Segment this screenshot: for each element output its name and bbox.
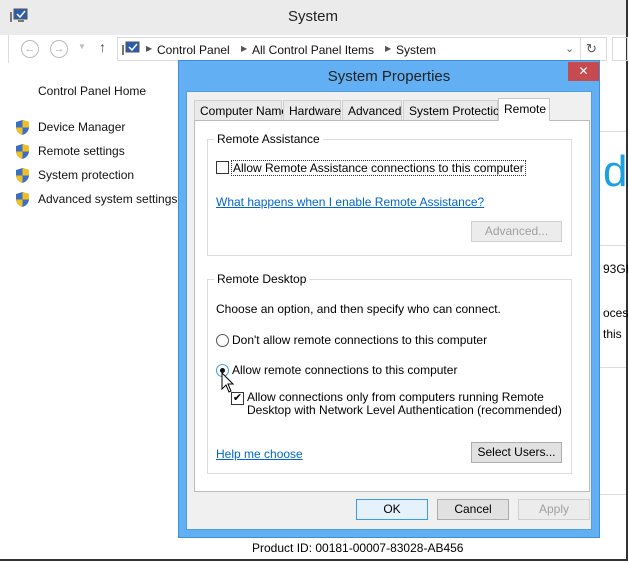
close-icon: ✕ bbox=[578, 64, 589, 78]
nla-label-line: Desktop with Network Level Authenticatio… bbox=[247, 403, 562, 417]
back-arrow-icon[interactable]: ← bbox=[21, 40, 39, 58]
background-fragment: oces bbox=[603, 306, 629, 320]
breadcrumb-system[interactable]: System bbox=[396, 43, 436, 57]
background-fragment: d bbox=[603, 147, 628, 196]
control-panel-icon bbox=[122, 41, 140, 55]
dont-allow-label[interactable]: Don't allow remote connections to this c… bbox=[232, 333, 487, 347]
chevron-right-icon: ▶ bbox=[385, 44, 392, 53]
help-me-choose-link[interactable]: Help me choose bbox=[216, 447, 303, 461]
search-input[interactable] bbox=[612, 37, 628, 61]
remote-desktop-group: Remote Desktop Choose an option, and the… bbox=[207, 272, 572, 474]
remote-tab-panel: Remote Assistance Allow Remote Assistanc… bbox=[194, 120, 590, 492]
breadcrumb-all-items[interactable]: All Control Panel Items bbox=[252, 43, 374, 57]
sidebar-item-remote-settings[interactable]: Remote settings bbox=[38, 144, 125, 158]
breadcrumb-control-panel[interactable]: Control Panel bbox=[157, 43, 230, 57]
window-title: System bbox=[287, 8, 338, 25]
chevron-down-icon[interactable]: ⌄ bbox=[565, 42, 574, 55]
chevron-right-icon: ▶ bbox=[241, 44, 248, 53]
forward-arrow-icon[interactable]: → bbox=[50, 40, 68, 58]
advanced-button[interactable]: Advanced... bbox=[471, 221, 562, 242]
refresh-icon[interactable]: ↻ bbox=[586, 41, 597, 57]
shield-icon bbox=[16, 168, 29, 183]
mouse-cursor-icon bbox=[221, 372, 235, 393]
recent-dropdown-icon[interactable]: ▼ bbox=[78, 42, 86, 51]
system-properties-dialog: System Properties ✕ Computer Name Hardwa… bbox=[178, 60, 600, 538]
sidebar-item-advanced-system-settings[interactable]: Advanced system settings bbox=[38, 192, 177, 206]
control-panel-home-link[interactable]: Control Panel Home bbox=[38, 84, 146, 98]
chevron-right-icon: ▶ bbox=[146, 44, 153, 53]
up-arrow-icon[interactable]: ↑ bbox=[99, 39, 106, 55]
remote-assistance-help-link[interactable]: What happens when I enable Remote Assist… bbox=[216, 195, 484, 209]
tab-hardware[interactable]: Hardware bbox=[283, 100, 341, 120]
ok-button[interactable]: OK bbox=[356, 499, 428, 520]
tab-computer-name[interactable]: Computer Name bbox=[194, 100, 288, 120]
shield-icon bbox=[16, 144, 29, 159]
sidebar-item-device-manager[interactable]: Device Manager bbox=[38, 120, 125, 134]
allow-label[interactable]: Allow remote connections to this compute… bbox=[232, 363, 457, 377]
apply-button[interactable]: Apply bbox=[518, 499, 590, 520]
group-label: Remote Assistance bbox=[214, 132, 323, 146]
select-users-button[interactable]: Select Users... bbox=[471, 442, 562, 463]
divider bbox=[580, 38, 581, 60]
remote-assistance-checkbox[interactable] bbox=[216, 161, 229, 174]
sidebar-item-system-protection[interactable]: System protection bbox=[38, 168, 134, 182]
group-label: Remote Desktop bbox=[214, 272, 310, 286]
remote-desktop-intro: Choose an option, and then specify who c… bbox=[216, 302, 501, 316]
background-fragment: this bbox=[603, 327, 622, 341]
tab-system-protection[interactable]: System Protection bbox=[403, 100, 506, 120]
remote-assistance-label[interactable]: Allow Remote Assistance connections to t… bbox=[231, 160, 526, 176]
title-bar: System bbox=[0, 0, 626, 35]
dont-allow-radio[interactable] bbox=[216, 334, 229, 347]
tab-remote[interactable]: Remote bbox=[498, 98, 550, 121]
divider bbox=[600, 131, 626, 132]
divider bbox=[600, 367, 626, 368]
remote-assistance-group: Remote Assistance Allow Remote Assistanc… bbox=[207, 132, 572, 256]
shield-icon bbox=[16, 120, 29, 135]
address-bar[interactable]: ▶ Control Panel ▶ All Control Panel Item… bbox=[117, 37, 607, 61]
tab-advanced[interactable]: Advanced bbox=[342, 100, 402, 120]
dialog-body: Computer Name Hardware Advanced System P… bbox=[186, 91, 592, 530]
checkmark-icon: ✔ bbox=[232, 392, 243, 404]
nla-checkbox[interactable]: ✔ bbox=[231, 392, 244, 405]
background-fragment: 93GI bbox=[603, 262, 629, 276]
dialog-title: System Properties bbox=[327, 68, 451, 85]
shield-icon bbox=[16, 192, 29, 207]
divider bbox=[600, 494, 626, 495]
nla-label[interactable]: Allow connections only from computers ru… bbox=[247, 391, 562, 417]
divider bbox=[600, 245, 626, 246]
product-id: Product ID: 00181-00007-83028-AB456 bbox=[252, 541, 464, 555]
close-button[interactable]: ✕ bbox=[568, 62, 599, 81]
cancel-button[interactable]: Cancel bbox=[437, 499, 509, 520]
